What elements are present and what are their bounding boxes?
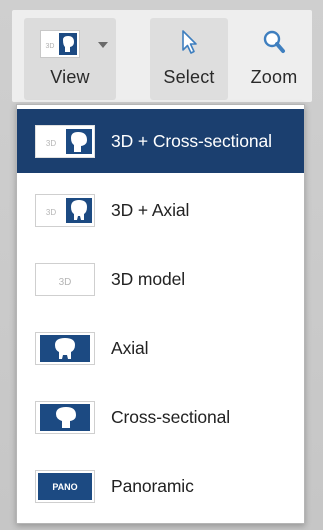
menu-item-label: 3D model <box>111 269 186 289</box>
toolbar: 3D View Select Zoom <box>12 10 312 102</box>
panoramic-icon: PANO <box>35 470 95 503</box>
chevron-down-icon <box>98 42 108 48</box>
select-label: Select <box>163 67 215 87</box>
view-label: View <box>50 67 90 87</box>
3d-model-icon: 3D <box>35 263 95 296</box>
menu-item-axial[interactable]: Axial <box>17 316 304 380</box>
svg-text:3D: 3D <box>46 43 55 50</box>
menu-item-3d-model[interactable]: 3D 3D model <box>17 247 304 311</box>
cursor-arrow-icon <box>177 28 201 61</box>
svg-text:PANO: PANO <box>52 482 77 492</box>
3d-cross-sectional-icon: 3D <box>35 125 95 158</box>
svg-text:3D: 3D <box>46 208 56 217</box>
zoom-label: Zoom <box>250 67 298 87</box>
view-button[interactable]: 3D View <box>24 18 116 100</box>
svg-text:3D: 3D <box>46 139 56 148</box>
menu-item-panoramic[interactable]: PANO Panoramic <box>17 454 304 518</box>
menu-item-3d-axial[interactable]: 3D 3D + Axial <box>17 178 304 242</box>
3d-axial-icon: 3D <box>35 194 95 227</box>
menu-item-3d-cross-sectional[interactable]: 3D 3D + Cross-sectional <box>17 109 304 173</box>
menu-item-label: 3D + Cross-sectional <box>111 131 272 151</box>
menu-item-cross-sectional[interactable]: Cross-sectional <box>17 385 304 449</box>
menu-item-label: Axial <box>111 338 149 358</box>
view-mode-menu: 3D 3D + Cross-sectional 3D 3D + Axial 3D… <box>16 104 305 524</box>
magnifier-icon <box>261 28 287 61</box>
zoom-button[interactable]: Zoom <box>238 18 310 100</box>
app-frame: 3D View Select Zoom 3D 3D + Cross-sectio… <box>0 0 323 530</box>
menu-item-label: Panoramic <box>111 476 194 496</box>
menu-item-label: 3D + Axial <box>111 200 190 220</box>
select-button[interactable]: Select <box>150 18 228 100</box>
cross-sectional-icon <box>35 401 95 434</box>
menu-item-label: Cross-sectional <box>111 407 231 427</box>
view-mode-icon: 3D <box>40 30 80 58</box>
axial-icon <box>35 332 95 365</box>
svg-text:3D: 3D <box>59 277 72 288</box>
